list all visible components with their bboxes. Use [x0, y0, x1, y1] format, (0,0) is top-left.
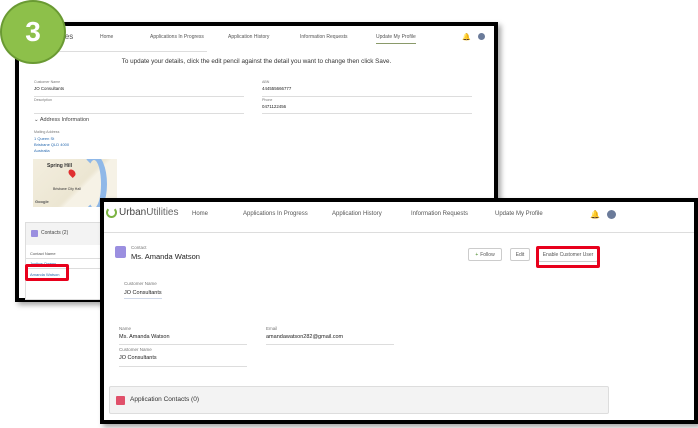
logo-text-bold: Urban [119, 207, 147, 218]
application-contacts-card: Application Contacts (0) [109, 386, 609, 414]
map-label: Brisbane City Hall [53, 187, 81, 191]
address-section-title: Address Information [39, 117, 90, 123]
abn-value: 444555666777 [262, 86, 292, 91]
google-logo: Google [35, 199, 49, 204]
phone-value: 0471122456 [262, 104, 287, 109]
mailing-address-label: Mailing Address [34, 130, 60, 134]
nav-application-history[interactable]: Application History [228, 34, 269, 40]
step-badge: 3 [0, 0, 66, 64]
nav-applications-in-progress[interactable]: Applications In Progress [243, 211, 308, 217]
customer-name-label: Customer Name [119, 347, 152, 352]
bell-icon[interactable]: 🔔 [590, 210, 600, 219]
map-pin-icon [67, 168, 77, 178]
highlight-enable-customer-user [536, 246, 600, 268]
contacts-icon [31, 230, 38, 237]
address-line[interactable]: Brisbane QLD 4000 [34, 142, 69, 147]
nav-home[interactable]: Home [100, 34, 113, 40]
edit-label: Edit [515, 251, 525, 258]
logo-swoosh-icon [106, 207, 117, 218]
follow-label: Follow [480, 251, 495, 258]
front-window: Urban Utilities Home Applications In Prog… [100, 198, 698, 424]
nav-information-requests[interactable]: Information Requests [300, 34, 348, 40]
address-section-header[interactable]: ⌄ Address Information [34, 117, 89, 123]
nav-application-history[interactable]: Application History [332, 211, 382, 217]
instruction-text: To update your details, click the edit p… [121, 58, 392, 65]
nav-home[interactable]: Home [192, 211, 208, 217]
email-value[interactable]: amandawatson282@gmail.com [266, 334, 343, 340]
map-label: Spring Hill [47, 163, 72, 169]
abn-label: ABN [262, 80, 270, 84]
name-label: Name [119, 326, 132, 331]
customer-name-value: JO Consultants [34, 86, 65, 91]
application-contacts-title: Application Contacts (0) [130, 396, 200, 403]
avatar-icon[interactable] [478, 33, 485, 40]
address-line[interactable]: Australia [34, 148, 50, 153]
nav-applications-in-progress[interactable]: Applications In Progress [150, 34, 204, 40]
edit-button[interactable]: Edit [510, 248, 530, 261]
record-title: Ms. Amanda Watson [131, 252, 200, 261]
contacts-title: Contacts (2) [41, 230, 69, 236]
highlight-amanda-watson [25, 264, 69, 281]
customer-name-link[interactable]: JO Consultants [124, 290, 162, 299]
contact-icon [115, 246, 126, 258]
customer-name-label: Customer Name [124, 281, 157, 286]
name-value: Ms. Amanda Watson [119, 334, 170, 340]
follow-button[interactable]: + Follow [468, 248, 502, 261]
avatar-icon[interactable] [607, 210, 616, 219]
urban-utilities-logo: Urban Utilities [106, 207, 178, 218]
logo-text-light: Utilities [146, 207, 179, 218]
customer-name-link[interactable]: JO Consultants [119, 355, 157, 361]
application-contacts-icon [116, 396, 125, 405]
nav-update-my-profile[interactable]: Update My Profile [495, 211, 543, 217]
bell-icon[interactable]: 🔔 [462, 33, 471, 41]
record-type: Contact [131, 245, 147, 250]
email-label: Email [266, 326, 278, 331]
column-header: Contact Name [30, 251, 56, 256]
address-line[interactable]: 1 Queen St [34, 136, 54, 141]
customer-name-label: Customer Name [34, 80, 61, 84]
nav-update-my-profile[interactable]: Update My Profile [376, 34, 416, 44]
phone-label: Phone [262, 98, 273, 102]
description-label: Description [34, 98, 52, 102]
nav-information-requests[interactable]: Information Requests [411, 211, 468, 217]
step-number: 3 [25, 16, 41, 47]
